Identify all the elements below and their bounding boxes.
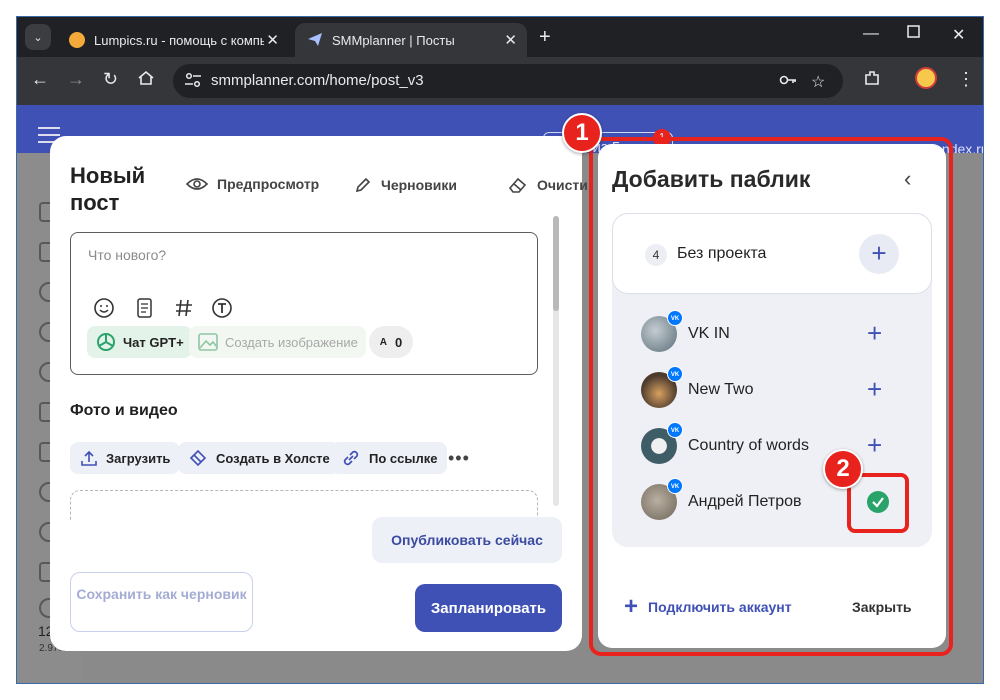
character-counter: A 0 bbox=[369, 326, 413, 358]
close-icon[interactable]: ✕ bbox=[266, 31, 279, 49]
smmplanner-favicon-icon bbox=[307, 31, 323, 50]
tab-title: Lumpics.ru - помощь с компью bbox=[94, 32, 264, 48]
schedule-button[interactable]: Запланировать bbox=[415, 584, 562, 632]
more-options-icon[interactable]: ••• bbox=[448, 448, 470, 469]
upload-icon bbox=[81, 450, 97, 466]
create-in-canvas-label: Создать в Холсте bbox=[216, 450, 330, 466]
window-close-icon[interactable]: ✕ bbox=[952, 25, 965, 45]
upload-button[interactable]: Загрузить bbox=[70, 442, 181, 474]
canvas-icon bbox=[189, 449, 207, 467]
extensions-icon[interactable] bbox=[863, 69, 881, 92]
modal-scrollbar-thumb[interactable] bbox=[553, 216, 559, 311]
preview-button[interactable]: Предпросмотр bbox=[186, 176, 319, 192]
new-tab-icon[interactable]: + bbox=[539, 26, 551, 49]
callout-step-1: 1 bbox=[562, 113, 602, 153]
forward-icon[interactable]: → bbox=[67, 69, 85, 90]
create-image-button[interactable]: Создать изображение bbox=[189, 326, 366, 358]
pencil-icon bbox=[355, 177, 371, 193]
panel-highlight-frame bbox=[589, 137, 953, 656]
image-icon bbox=[198, 333, 218, 351]
post-editor[interactable]: Что нового? Чат GPT+ Создать изображение… bbox=[70, 232, 538, 375]
editor-placeholder: Что нового? bbox=[88, 247, 167, 263]
save-draft-button[interactable]: Сохранить как черновик bbox=[70, 572, 253, 632]
browser-toolbar: ← → ↻ smmplanner.com/home/post_v3 ☆ ⋮ bbox=[17, 57, 983, 105]
clear-label: Очисти bbox=[537, 177, 588, 193]
lumpics-favicon-icon bbox=[69, 32, 85, 48]
create-image-label: Создать изображение bbox=[225, 334, 358, 350]
url-text: smmplanner.com/home/post_v3 bbox=[211, 72, 424, 89]
upload-label: Загрузить bbox=[106, 450, 171, 466]
drafts-button[interactable]: Черновики bbox=[354, 176, 457, 194]
tab-title: SMMplanner | Посты bbox=[332, 32, 455, 48]
tab-strip: ⌄ Lumpics.ru - помощь с компью ✕ SMMplan… bbox=[17, 17, 983, 57]
create-in-canvas-button[interactable]: Создать в Холсте bbox=[178, 442, 340, 474]
preview-label: Предпросмотр bbox=[217, 176, 320, 192]
password-key-icon[interactable] bbox=[779, 72, 797, 93]
bookmark-star-icon[interactable]: ☆ bbox=[811, 72, 825, 92]
by-link-button[interactable]: По ссылке bbox=[331, 442, 448, 474]
profile-avatar-icon[interactable] bbox=[915, 67, 937, 89]
char-counter-icon: A bbox=[379, 336, 387, 348]
address-bar[interactable]: smmplanner.com/home/post_v3 ☆ bbox=[173, 64, 843, 98]
media-section-title: Фото и видео bbox=[70, 402, 178, 419]
clear-button[interactable]: Очисти bbox=[508, 176, 588, 194]
document-icon[interactable] bbox=[133, 297, 155, 319]
media-dropzone[interactable] bbox=[70, 490, 538, 520]
eye-icon bbox=[186, 178, 208, 190]
kebab-menu-icon[interactable]: ⋮ bbox=[957, 69, 975, 90]
chat-gpt-button[interactable]: Чат GPT+ bbox=[87, 326, 192, 358]
publish-now-button[interactable]: Опубликовать сейчас bbox=[372, 517, 562, 563]
tab-search-chevron-icon[interactable]: ⌄ bbox=[25, 24, 51, 50]
openai-icon bbox=[97, 333, 115, 351]
link-icon bbox=[343, 450, 359, 466]
char-count: 0 bbox=[395, 334, 403, 350]
new-post-modal: Новый пост Предпросмотр Черновики Очисти… bbox=[50, 136, 588, 651]
drafts-label: Черновики bbox=[381, 177, 458, 193]
site-settings-icon[interactable] bbox=[183, 71, 205, 91]
reload-icon[interactable]: ↻ bbox=[103, 69, 118, 90]
by-link-label: По ссылке bbox=[369, 450, 438, 466]
emoji-icon[interactable] bbox=[93, 297, 115, 319]
home-icon[interactable] bbox=[137, 69, 155, 92]
text-format-icon[interactable] bbox=[211, 297, 233, 319]
hashtag-icon[interactable] bbox=[173, 297, 195, 319]
chat-gpt-label: Чат GPT+ bbox=[123, 334, 184, 350]
minimize-icon[interactable]: — bbox=[863, 25, 879, 43]
back-icon[interactable]: ← bbox=[31, 69, 49, 90]
close-icon[interactable]: ✕ bbox=[504, 31, 517, 49]
tab-lumpics[interactable]: Lumpics.ru - помощь с компью ✕ bbox=[57, 23, 289, 57]
modal-title: Новый пост bbox=[70, 163, 146, 215]
maximize-icon[interactable] bbox=[907, 25, 920, 43]
callout-step-2: 2 bbox=[823, 449, 863, 489]
tab-smmplanner[interactable]: SMMplanner | Посты ✕ bbox=[295, 23, 527, 57]
browser-window: ⌄ Lumpics.ru - помощь с компью ✕ SMMplan… bbox=[16, 16, 984, 684]
eraser-icon bbox=[508, 177, 527, 193]
